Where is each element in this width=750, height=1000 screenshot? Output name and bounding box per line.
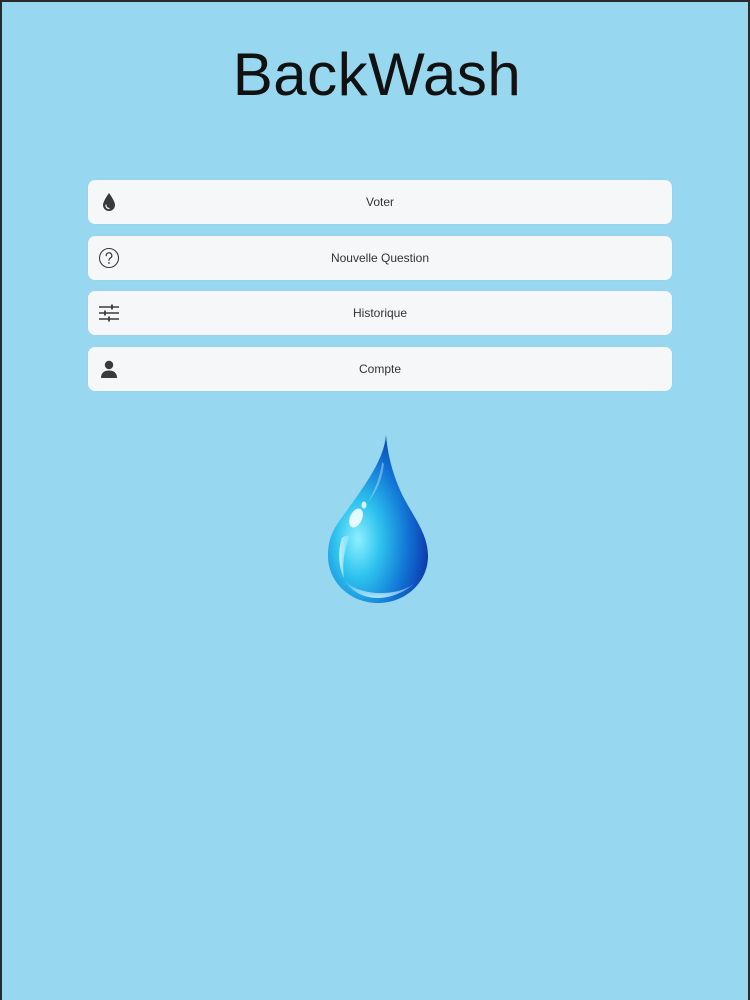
compte-button[interactable]: Compte: [88, 346, 672, 391]
historique-button[interactable]: Historique: [88, 291, 672, 335]
compte-label: Compte: [358, 361, 402, 376]
app-title: BackWash: [232, 41, 522, 108]
historique-label: Historique: [352, 306, 408, 320]
main-menu: Voter Nouvelle Question Historique Compt…: [88, 180, 672, 402]
voter-label: Voter: [365, 195, 395, 209]
nouvelle-question-label: Nouvelle Question: [330, 250, 430, 265]
water-drop-illustration: [320, 432, 436, 607]
app-screen: BackWash Voter Nouvelle Question Histori…: [0, 0, 750, 1000]
voter-button[interactable]: Voter: [88, 180, 672, 224]
nouvelle-question-button[interactable]: Nouvelle Question: [88, 235, 672, 280]
